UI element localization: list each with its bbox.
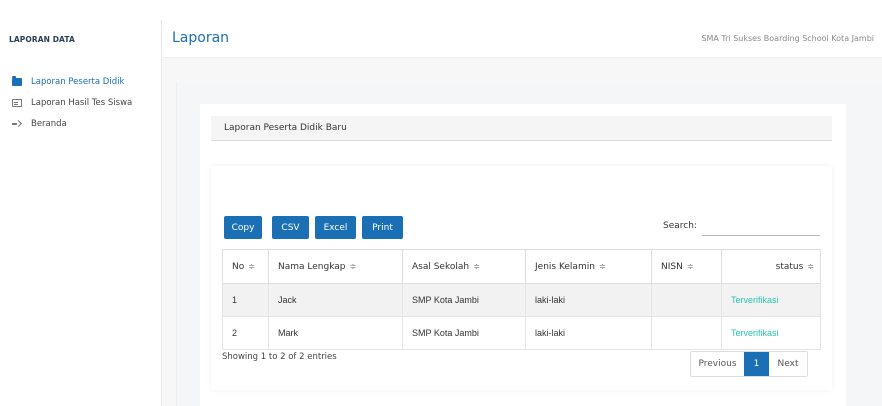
cell-status: Terverifikasi [721,316,821,350]
sidebar: LAPORAN DATA Laporan Peserta Didik Lapor… [0,20,162,406]
sidebar-item-label: Laporan Peserta Didik [31,77,125,87]
cell-jenis-kelamin: laki-laki [525,316,652,350]
column-header-label: Nama Lengkap [278,261,346,272]
table-row: 2 Mark SMP Kota Jambi laki-laki Terverif… [222,316,821,350]
excel-button[interactable]: Excel [315,216,356,239]
column-header-status[interactable]: status ≑ [721,249,821,284]
column-header-label: status [775,261,804,272]
column-header-label: No [232,261,245,272]
cell-asal-sekolah: SMP Kota Jambi [402,283,526,317]
cell-nisn [651,283,722,317]
cell-jenis-kelamin: laki-laki [525,283,652,317]
search-label: Search: [663,221,697,231]
sort-icon: ≑ [807,261,814,271]
cell-no: 1 [222,283,269,317]
table-info: Showing 1 to 2 of 2 entries [222,352,337,362]
sort-icon: ≑ [248,261,255,271]
sidebar-item-laporan-peserta-didik[interactable]: Laporan Peserta Didik [0,72,162,92]
cell-nisn [651,316,722,350]
print-button[interactable]: Print [362,216,403,239]
sort-icon: ≑ [598,261,606,271]
cell-nama-lengkap: Jack [268,283,403,317]
column-header-jenis-kelamin[interactable]: Jenis Kelamin ≑ [525,249,652,284]
column-header-label: NISN [661,261,683,272]
next-page-button[interactable]: Next [769,352,807,376]
panel-title: Laporan Peserta Didik Baru [211,116,832,141]
sidebar-header: LAPORAN DATA [9,35,75,44]
pagination: Previous 1 Next [690,351,808,377]
sign-in-icon [12,120,22,128]
sort-icon: ≑ [473,261,480,271]
cell-nama-lengkap: Mark [268,316,403,350]
copy-button[interactable]: Copy [224,216,262,239]
book-icon [12,99,22,107]
data-table: No ≑ Nama Lengkap ≑ Asal Sekolah ≑ Jenis Ke… [222,249,821,350]
previous-page-button[interactable]: Previous [691,352,744,376]
column-header-asal-sekolah[interactable]: Asal Sekolah ≑ [402,249,526,284]
sort-icon: ≑ [686,261,694,271]
column-header-nama-lengkap[interactable]: Nama Lengkap ≑ [268,249,403,284]
sidebar-item-beranda[interactable]: Beranda [0,114,162,134]
column-header-no[interactable]: No ≑ [222,249,269,284]
folder-icon [12,76,22,86]
cell-asal-sekolah: SMP Kota Jambi [402,316,526,350]
column-header-label: Asal Sekolah [412,261,470,272]
column-header-nisn[interactable]: NISN ≑ [651,249,722,284]
top-bar: Laporan SMA Tri Sukses Boarding School K… [162,20,882,58]
column-header-label: Jenis Kelamin [535,261,595,272]
cell-no: 2 [222,316,269,350]
sidebar-item-label: Laporan Hasil Tes Siswa [31,98,133,108]
csv-button[interactable]: CSV [272,216,309,239]
sort-icon: ≑ [349,261,357,271]
cell-status: Terverifikasi [721,283,821,317]
table-header-row: No ≑ Nama Lengkap ≑ Asal Sekolah ≑ Jenis Ke… [222,249,821,284]
page-1-button[interactable]: 1 [744,352,769,376]
page-title: Laporan [172,30,230,46]
school-name: SMA Tri Sukses Boarding School Kota Jamb… [701,34,874,43]
table-row: 1 Jack SMP Kota Jambi laki-laki Terverif… [222,283,821,317]
sidebar-item-label: Beranda [31,119,67,129]
search-input[interactable] [702,218,820,236]
sidebar-item-laporan-hasil-tes[interactable]: Laporan Hasil Tes Siswa [0,93,162,113]
